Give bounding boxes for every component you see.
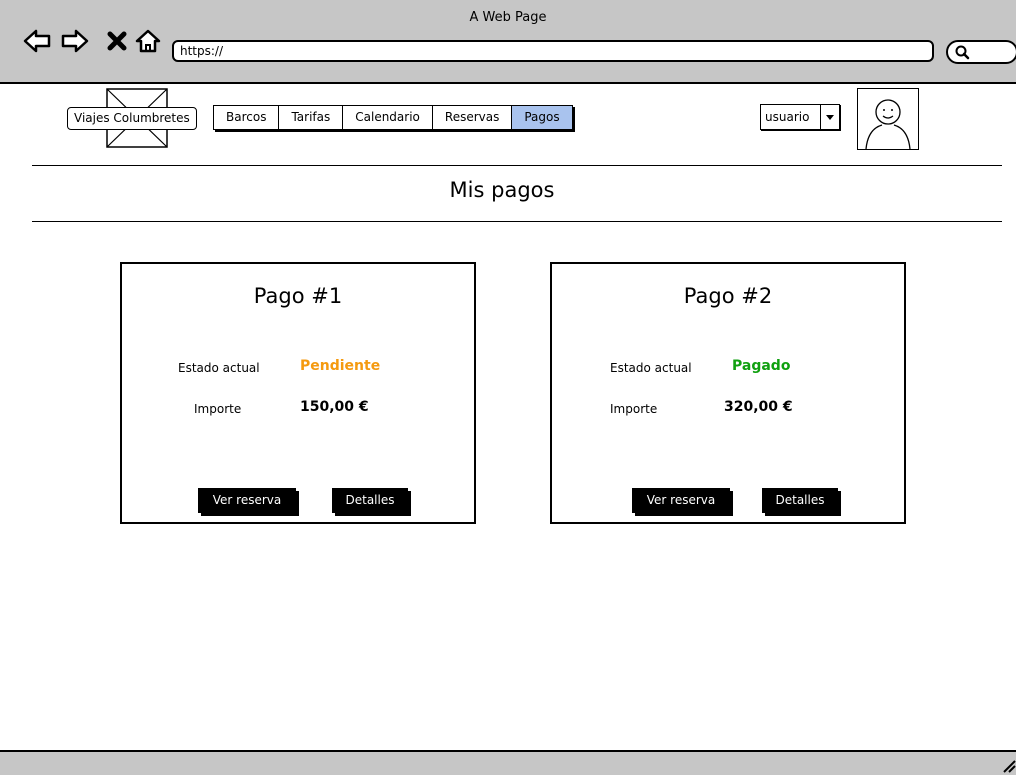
page-title: Mis pagos: [449, 178, 555, 202]
nav-tab-calendario[interactable]: Calendario: [342, 106, 432, 129]
close-icon[interactable]: [102, 26, 132, 56]
payment-card: Pago #2 Estado actual Pagado Importe 320…: [550, 262, 906, 524]
user-dropdown[interactable]: usuario: [760, 104, 840, 130]
dropdown-button[interactable]: [820, 105, 839, 129]
site-logo-label[interactable]: Viajes Columbretes: [67, 107, 197, 130]
main-navigation: Barcos Tarifas Calendario Reservas Pagos: [213, 105, 573, 130]
chevron-down-icon: [826, 115, 834, 120]
nav-tab-tarifas[interactable]: Tarifas: [278, 106, 343, 129]
payment-card: Pago #1 Estado actual Pendiente Importe …: [120, 262, 476, 524]
nav-tab-pagos[interactable]: Pagos: [511, 106, 572, 129]
address-bar[interactable]: https://: [172, 40, 934, 62]
view-reservation-button[interactable]: Ver reserva: [632, 488, 730, 513]
title-divider: [32, 221, 1002, 222]
resize-grip-icon[interactable]: [1000, 757, 1016, 773]
amount-value: 150,00 €: [300, 399, 369, 415]
status-bar: [0, 750, 1016, 775]
nav-tab-barcos[interactable]: Barcos: [214, 106, 279, 129]
search-icon[interactable]: [954, 44, 970, 60]
nav-tab-reservas[interactable]: Reservas: [431, 106, 512, 129]
amount-label: Importe: [610, 402, 658, 416]
status-value: Pendiente: [300, 358, 381, 374]
back-arrow-icon[interactable]: [22, 26, 52, 56]
status-value: Pagado: [732, 358, 791, 374]
home-icon[interactable]: [133, 26, 163, 56]
status-label: Estado actual: [610, 361, 692, 375]
payment-title: Pago #1: [253, 284, 343, 308]
amount-label: Importe: [194, 402, 242, 416]
user-avatar-icon: [865, 99, 911, 150]
forward-arrow-icon[interactable]: [60, 26, 90, 56]
window-title: A Web Page: [469, 10, 547, 25]
status-label: Estado actual: [178, 361, 260, 375]
view-reservation-button[interactable]: Ver reserva: [198, 488, 296, 513]
details-button[interactable]: Detalles: [762, 488, 838, 513]
header-divider: [32, 165, 1002, 166]
avatar[interactable]: [857, 88, 919, 150]
payment-title: Pago #2: [683, 284, 773, 308]
details-button[interactable]: Detalles: [332, 488, 408, 513]
amount-value: 320,00 €: [724, 399, 793, 415]
user-dropdown-value: usuario: [765, 110, 810, 124]
